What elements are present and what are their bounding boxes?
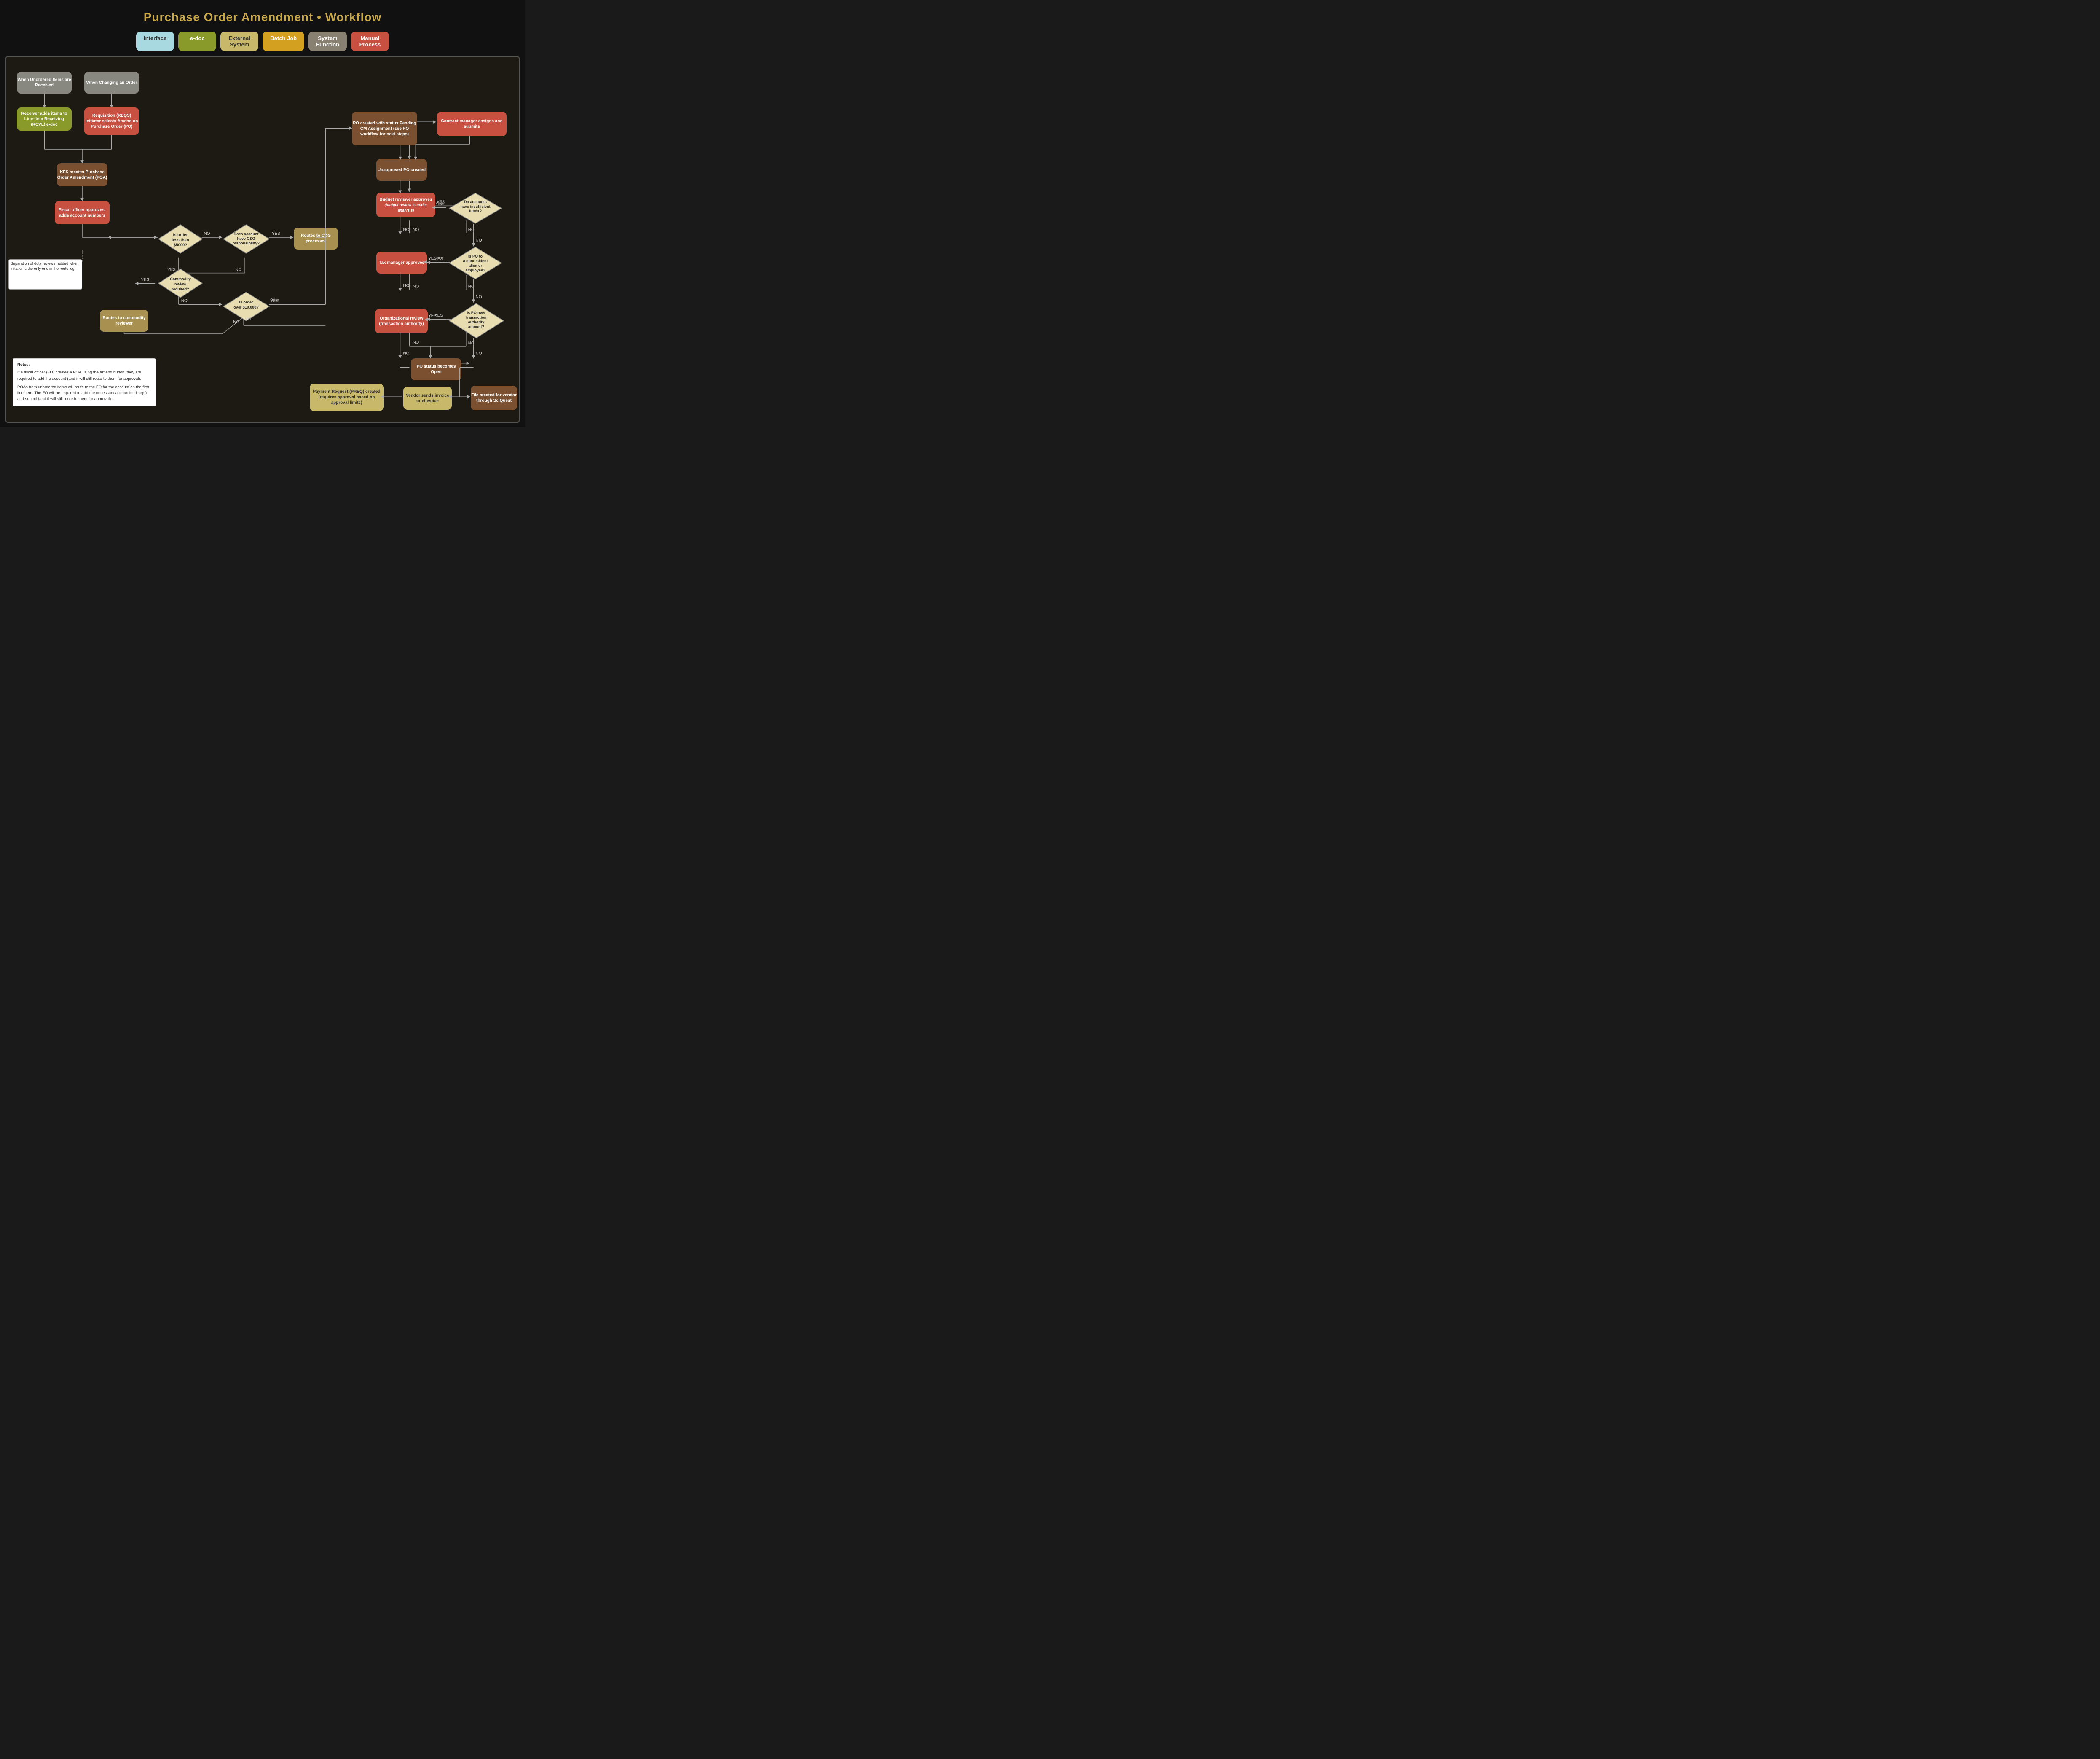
fiscal-officer-box: Fiscal officer approves; adds account nu…: [55, 201, 110, 224]
svg-text:responsibility?: responsibility?: [233, 241, 260, 245]
notes-box: Notes: If a fiscal officer (FO) creates …: [13, 358, 156, 406]
contract-manager-box: Contract manager assigns and submits: [437, 112, 507, 136]
legend: Interface e-doc ExternalSystem Batch Job…: [4, 28, 521, 56]
routes-cg-box: Routes to C&G processor: [294, 228, 338, 250]
svg-text:NO: NO: [413, 340, 419, 345]
legend-external: ExternalSystem: [220, 32, 258, 51]
unapproved-po-box: Unapproved PO created: [376, 159, 427, 181]
svg-text:NO: NO: [468, 228, 475, 232]
is-order-less-diamond: Is order less than $5000?: [157, 223, 204, 255]
legend-edoc: e-doc: [178, 32, 216, 51]
svg-text:alien or: alien or: [469, 263, 483, 268]
routes-commodity-box: Routes to commodity reviewer: [100, 310, 148, 332]
po-status-box: PO status becomes Open: [411, 358, 461, 380]
is-order-over-diamond: Is order over $10,000?: [222, 291, 271, 322]
svg-text:NO: NO: [204, 231, 210, 236]
svg-text:Is PO to: Is PO to: [468, 254, 483, 258]
svg-text:have C&G: have C&G: [237, 236, 255, 241]
tax-manager-box: Tax manager approves: [376, 252, 427, 274]
receiver-adds-box: Receiver adds items to Line-Item Receivi…: [17, 107, 72, 131]
when-changing-box: When Changing an Order: [84, 72, 139, 94]
organizational-box: Organizational review (transaction autho…: [375, 309, 428, 333]
legend-batch: Batch Job: [263, 32, 304, 51]
svg-text:NO: NO: [468, 341, 475, 346]
kfs-creates-box: KFS creates Purchase Order Amendment (PO…: [57, 163, 107, 186]
workflow-area: NO YES NO YES NO YES: [5, 56, 520, 423]
does-account-diamond: Does account have C&G responsibility?: [222, 223, 271, 255]
is-po-nonresident-diamond: Is PO to a nonresident alien or employee…: [448, 246, 503, 280]
svg-text:YES: YES: [272, 231, 280, 236]
po-created-box: PO created with status Pending CM Assign…: [352, 112, 417, 145]
main-container: Purchase Order Amendment • Workflow Inte…: [0, 0, 525, 427]
notes-line1: If a fiscal officer (FO) creates a POA u…: [17, 370, 151, 382]
svg-text:NO: NO: [235, 268, 241, 272]
svg-text:amount?: amount?: [468, 325, 484, 329]
legend-interface: Interface: [136, 32, 174, 51]
budget-reviewer-box: Budget reviewer approves (budget review …: [376, 193, 435, 217]
legend-manual: ManualProcess: [351, 32, 389, 51]
legend-system: SystemFunction: [308, 32, 347, 51]
commodity-review-diamond: Commodity review required?: [157, 268, 204, 299]
svg-text:funds?: funds?: [469, 209, 482, 213]
separation-box: Separation of duty reviewer added when i…: [8, 259, 82, 290]
svg-text:NO: NO: [413, 284, 419, 289]
svg-text:Is order: Is order: [173, 233, 188, 237]
when-unordered-box: When Unordered Items are Received: [17, 72, 72, 94]
svg-text:less than: less than: [172, 238, 189, 242]
svg-text:YES: YES: [434, 313, 443, 318]
notes-line2: POAs from unordered items will route to …: [17, 384, 151, 403]
is-po-over-diamond: Is PO over transaction authority amount?: [448, 302, 505, 339]
svg-text:over $10,000?: over $10,000?: [233, 305, 259, 309]
notes-title: Notes:: [17, 362, 151, 368]
page-title: Purchase Order Amendment • Workflow: [4, 4, 521, 28]
svg-text:Commodity: Commodity: [170, 277, 191, 281]
requisition-box: Requisition (REQS) initiator selects Ame…: [84, 107, 139, 135]
svg-text:Is PO over: Is PO over: [467, 311, 486, 315]
svg-text:NO: NO: [468, 284, 475, 289]
svg-text:a nonresident: a nonresident: [463, 259, 488, 263]
payment-request-box: Payment Request (PREQ) created (requires…: [310, 384, 384, 411]
svg-text:transaction: transaction: [466, 315, 487, 320]
svg-text:YES: YES: [270, 298, 279, 303]
svg-text:YES: YES: [437, 200, 445, 204]
svg-text:YES: YES: [434, 257, 443, 261]
svg-text:employee?: employee?: [465, 268, 485, 272]
svg-text:required?: required?: [172, 287, 189, 291]
svg-text:authority: authority: [468, 320, 485, 324]
svg-text:have insufficient: have insufficient: [460, 204, 490, 209]
svg-text:Do accounts: Do accounts: [464, 200, 487, 204]
svg-text:YES: YES: [141, 278, 149, 282]
svg-text:$5000?: $5000?: [174, 243, 187, 247]
svg-text:review: review: [174, 282, 187, 286]
file-created-box: File created for vendor through SciQuest: [471, 386, 517, 410]
svg-text:Does account: Does account: [233, 232, 258, 236]
svg-text:NO: NO: [413, 228, 419, 232]
do-accounts-diamond: Do accounts have insufficient funds?: [448, 192, 503, 225]
vendor-sends-box: Vendor sends invoice or eInvoice: [403, 387, 452, 410]
svg-text:Is order: Is order: [239, 300, 253, 304]
